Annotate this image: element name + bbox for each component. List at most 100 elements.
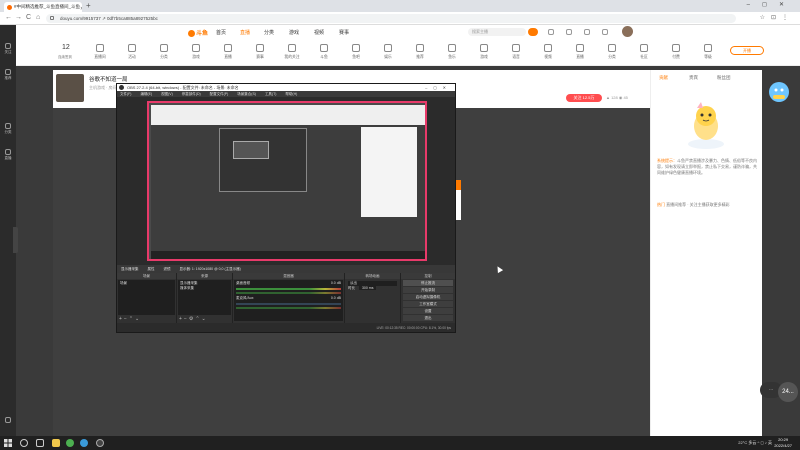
tool-item[interactable]: 赛事 bbox=[246, 44, 274, 60]
exit-button[interactable]: 退出 bbox=[403, 315, 453, 321]
virtual-camera-button[interactable]: 启动虚拟摄像机 bbox=[403, 294, 453, 300]
search-button[interactable] bbox=[528, 28, 538, 36]
file-explorer-icon[interactable] bbox=[52, 439, 60, 447]
search-icon[interactable] bbox=[20, 439, 28, 447]
source-controls[interactable]: +−⚙⌃⌄ bbox=[179, 316, 208, 322]
follow-button[interactable]: 关注 12.5万 bbox=[566, 94, 602, 102]
tool-item[interactable]: 社区 bbox=[630, 44, 658, 60]
volume-slider[interactable] bbox=[236, 307, 341, 309]
nested-obs-window bbox=[219, 128, 307, 192]
tool-item[interactable]: 直播间 bbox=[86, 44, 114, 60]
obs-menu-docks[interactable]: 停靠部件(D) bbox=[182, 92, 201, 96]
player-side-marker bbox=[456, 180, 461, 190]
nav-live[interactable]: 直播 bbox=[240, 29, 250, 36]
streamer-avatar[interactable] bbox=[56, 74, 84, 102]
obs-menu-scene-collection[interactable]: 场景集合(S) bbox=[237, 92, 256, 96]
rail-item-live[interactable]: 直播 bbox=[2, 149, 14, 161]
browser-extension-icons[interactable]: ☆⊡⋮ bbox=[760, 14, 794, 21]
obs-menu-view[interactable]: 视图(V) bbox=[161, 92, 173, 96]
tool-item[interactable]: 付费 bbox=[662, 44, 690, 60]
obs-preview[interactable] bbox=[117, 97, 455, 265]
tool-item[interactable]: 鱼乐 bbox=[438, 44, 466, 60]
obs-titlebar[interactable]: OBS 27.2.4 (64-bit, windows) - 配置文件: 未命名… bbox=[117, 84, 455, 91]
rail-item-recommend[interactable]: 推荐 bbox=[2, 69, 14, 81]
chat-tab-fans[interactable]: 粉丝团 bbox=[717, 75, 731, 81]
float-counter-badge[interactable]: 24... bbox=[778, 382, 798, 402]
obs-canvas[interactable] bbox=[147, 101, 427, 261]
tool-item[interactable]: 游戏 bbox=[182, 44, 210, 60]
studio-mode-button[interactable]: 工作室模式 bbox=[403, 301, 453, 307]
edge-icon[interactable] bbox=[80, 439, 88, 447]
tool-item[interactable]: 等级 bbox=[694, 44, 722, 60]
rail-collapse-handle[interactable] bbox=[13, 227, 18, 253]
settings-button[interactable]: 设置 bbox=[403, 308, 453, 314]
tool-item[interactable]: 我的关注 bbox=[278, 44, 306, 60]
follow-icon[interactable] bbox=[566, 29, 572, 35]
obs-menu-help[interactable]: 帮助(H) bbox=[285, 92, 297, 96]
obs-display-select[interactable]: 显示器: 1: 1920x1080 @ 0,0 (主显示器) bbox=[179, 267, 240, 271]
scene-controls[interactable]: +−⌃⌄ bbox=[119, 316, 141, 322]
obs-menu-tools[interactable]: 工具(T) bbox=[265, 92, 276, 96]
new-tab-icon[interactable]: + bbox=[86, 1, 91, 10]
tool-item[interactable]: 斗鱼 bbox=[310, 44, 338, 60]
tool-item[interactable]: 分类 bbox=[150, 44, 178, 60]
tool-item[interactable]: 推荐 bbox=[406, 44, 434, 60]
nav-events[interactable]: 赛事 bbox=[339, 29, 349, 36]
clock[interactable]: 20:29 2022/4/27 bbox=[774, 437, 792, 449]
chrome-icon[interactable] bbox=[66, 439, 74, 447]
tool-item[interactable]: 直播 bbox=[214, 44, 242, 60]
windows-start-icon[interactable] bbox=[4, 439, 12, 447]
user-avatar[interactable] bbox=[622, 26, 633, 37]
browser-tab[interactable]: #中间精选推荐_斗鱼直播间_斗鱼 ✕ bbox=[4, 2, 82, 12]
tool-item[interactable]: 直播 bbox=[566, 44, 594, 60]
tool-item[interactable]: 游戏 bbox=[470, 44, 498, 60]
nav-video[interactable]: 视频 bbox=[314, 29, 324, 36]
rail-item-follow[interactable]: 关注 bbox=[2, 43, 14, 55]
nav-home[interactable]: 首页 bbox=[216, 29, 226, 36]
tool-item[interactable]: 视频 bbox=[534, 44, 562, 60]
tool-item[interactable]: 语音 bbox=[502, 44, 530, 60]
nav-category[interactable]: 分类 bbox=[264, 29, 274, 36]
site-logo[interactable]: 斗鱼 bbox=[188, 28, 208, 37]
tool-item[interactable]: 娱乐 bbox=[374, 44, 402, 60]
window-controls[interactable]: –◻✕ bbox=[747, 1, 796, 8]
open-live-button[interactable]: 开播 bbox=[730, 46, 764, 55]
back-icon[interactable]: ← bbox=[5, 14, 12, 21]
task-view-icon[interactable] bbox=[36, 439, 44, 447]
rail-item-settings[interactable] bbox=[2, 417, 14, 424]
tool-item[interactable]: 鱼吧 bbox=[342, 44, 370, 60]
tool-item[interactable]: 分类 bbox=[598, 44, 626, 60]
obs-menu-edit[interactable]: 编辑(E) bbox=[140, 92, 152, 96]
reload-icon[interactable]: C bbox=[26, 14, 31, 21]
obs-window[interactable]: OBS 27.2.4 (64-bit, windows) - 配置文件: 未命名… bbox=[116, 83, 456, 333]
obs-taskbar-icon[interactable] bbox=[96, 439, 104, 447]
home-icon[interactable]: ⌂ bbox=[36, 14, 40, 21]
obs-filters-button[interactable]: 滤镜 bbox=[163, 267, 170, 271]
chat-tab-contribution[interactable]: 贡献 bbox=[659, 75, 668, 81]
obs-menu-file[interactable]: 文件(F) bbox=[120, 92, 131, 96]
source-item[interactable]: 媒体采集 bbox=[180, 286, 229, 291]
tab-close-icon[interactable]: ✕ bbox=[80, 4, 82, 12]
stop-streaming-button[interactable]: 停止推流 bbox=[403, 280, 453, 286]
start-recording-button[interactable]: 开始录制 bbox=[403, 287, 453, 293]
system-tray[interactable]: 22°C 多云 ^ ◻ ♪ 英 bbox=[738, 440, 772, 446]
rail-item-category[interactable]: 分类 bbox=[2, 123, 14, 135]
obs-menu-profile[interactable]: 配置文件(P) bbox=[210, 92, 229, 96]
gift-icon[interactable] bbox=[764, 80, 794, 104]
nav-games[interactable]: 游戏 bbox=[289, 29, 299, 36]
tray-icons[interactable]: ^ ◻ ♪ 英 bbox=[757, 440, 772, 445]
url-input[interactable]: douyu.com/9915737 ↗ 0df7b5ca885a8927525b… bbox=[46, 14, 736, 23]
duration-input[interactable]: 300 ms bbox=[358, 286, 377, 290]
forward-icon[interactable]: → bbox=[15, 14, 22, 21]
message-icon[interactable] bbox=[584, 29, 590, 35]
volume-slider[interactable] bbox=[236, 292, 341, 294]
obs-window-controls[interactable]: –◻✕ bbox=[425, 84, 452, 91]
tool-item[interactable]: 活动 bbox=[118, 44, 146, 60]
obs-properties-button[interactable]: 属性 bbox=[147, 267, 154, 271]
scene-item[interactable]: 场景 bbox=[120, 281, 173, 286]
download-icon[interactable] bbox=[602, 29, 608, 35]
search-input[interactable]: 搜索主播 bbox=[468, 28, 526, 36]
history-icon[interactable] bbox=[548, 29, 554, 35]
chat-tab-vip[interactable]: 贵宾 bbox=[689, 75, 698, 81]
weather-widget[interactable]: 22°C 多云 bbox=[738, 440, 756, 445]
